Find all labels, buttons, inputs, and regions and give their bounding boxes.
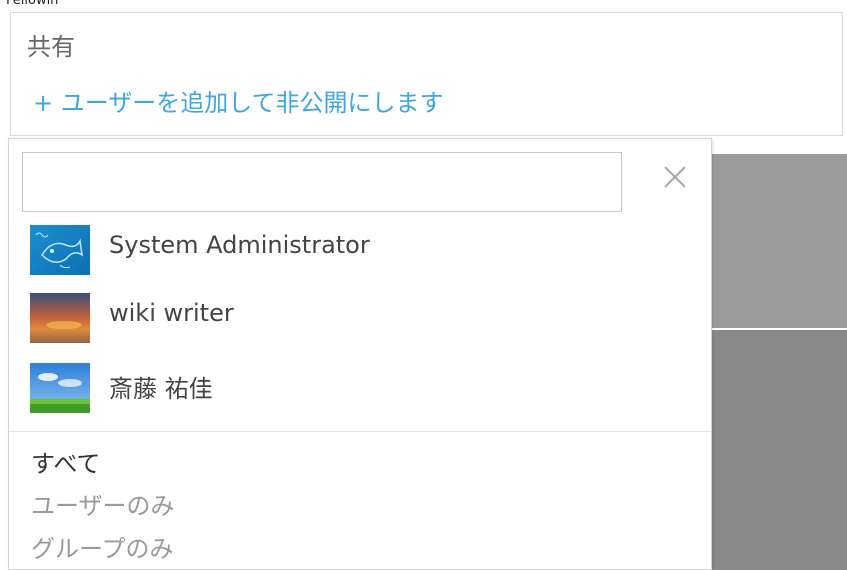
filter-all[interactable]: すべて (31, 444, 100, 479)
top-label: Fellowin (6, 0, 59, 8)
background-overlay-bottom (711, 330, 847, 570)
share-card: 共有 + ユーザーを追加して非公開にします (10, 12, 843, 136)
user-picker-panel: System Administrator wiki writer 斎藤 祐佳 す… (8, 138, 712, 570)
user-row-system-administrator[interactable]: System Administrator (9, 221, 709, 287)
filter-users-only[interactable]: ユーザーのみ (31, 486, 175, 521)
sky-field-avatar (30, 363, 90, 413)
user-row-wiki-writer[interactable]: wiki writer (9, 289, 709, 355)
user-name: wiki writer (109, 299, 234, 327)
filter-groups-only[interactable]: グループのみ (31, 529, 174, 564)
fish-drawing-avatar (30, 225, 90, 275)
user-name: 斎藤 祐佳 (109, 375, 213, 403)
user-name: System Administrator (109, 231, 370, 259)
user-search-input[interactable] (22, 152, 622, 212)
background-overlay-top (711, 154, 847, 328)
close-icon[interactable] (659, 161, 691, 193)
share-title: 共有 (27, 33, 75, 61)
divider (9, 431, 711, 432)
user-row-saito-yuka[interactable]: 斎藤 祐佳 (9, 359, 709, 425)
add-user-link[interactable]: + ユーザーを追加して非公開にします (33, 83, 444, 118)
sunset-avatar (30, 293, 90, 343)
